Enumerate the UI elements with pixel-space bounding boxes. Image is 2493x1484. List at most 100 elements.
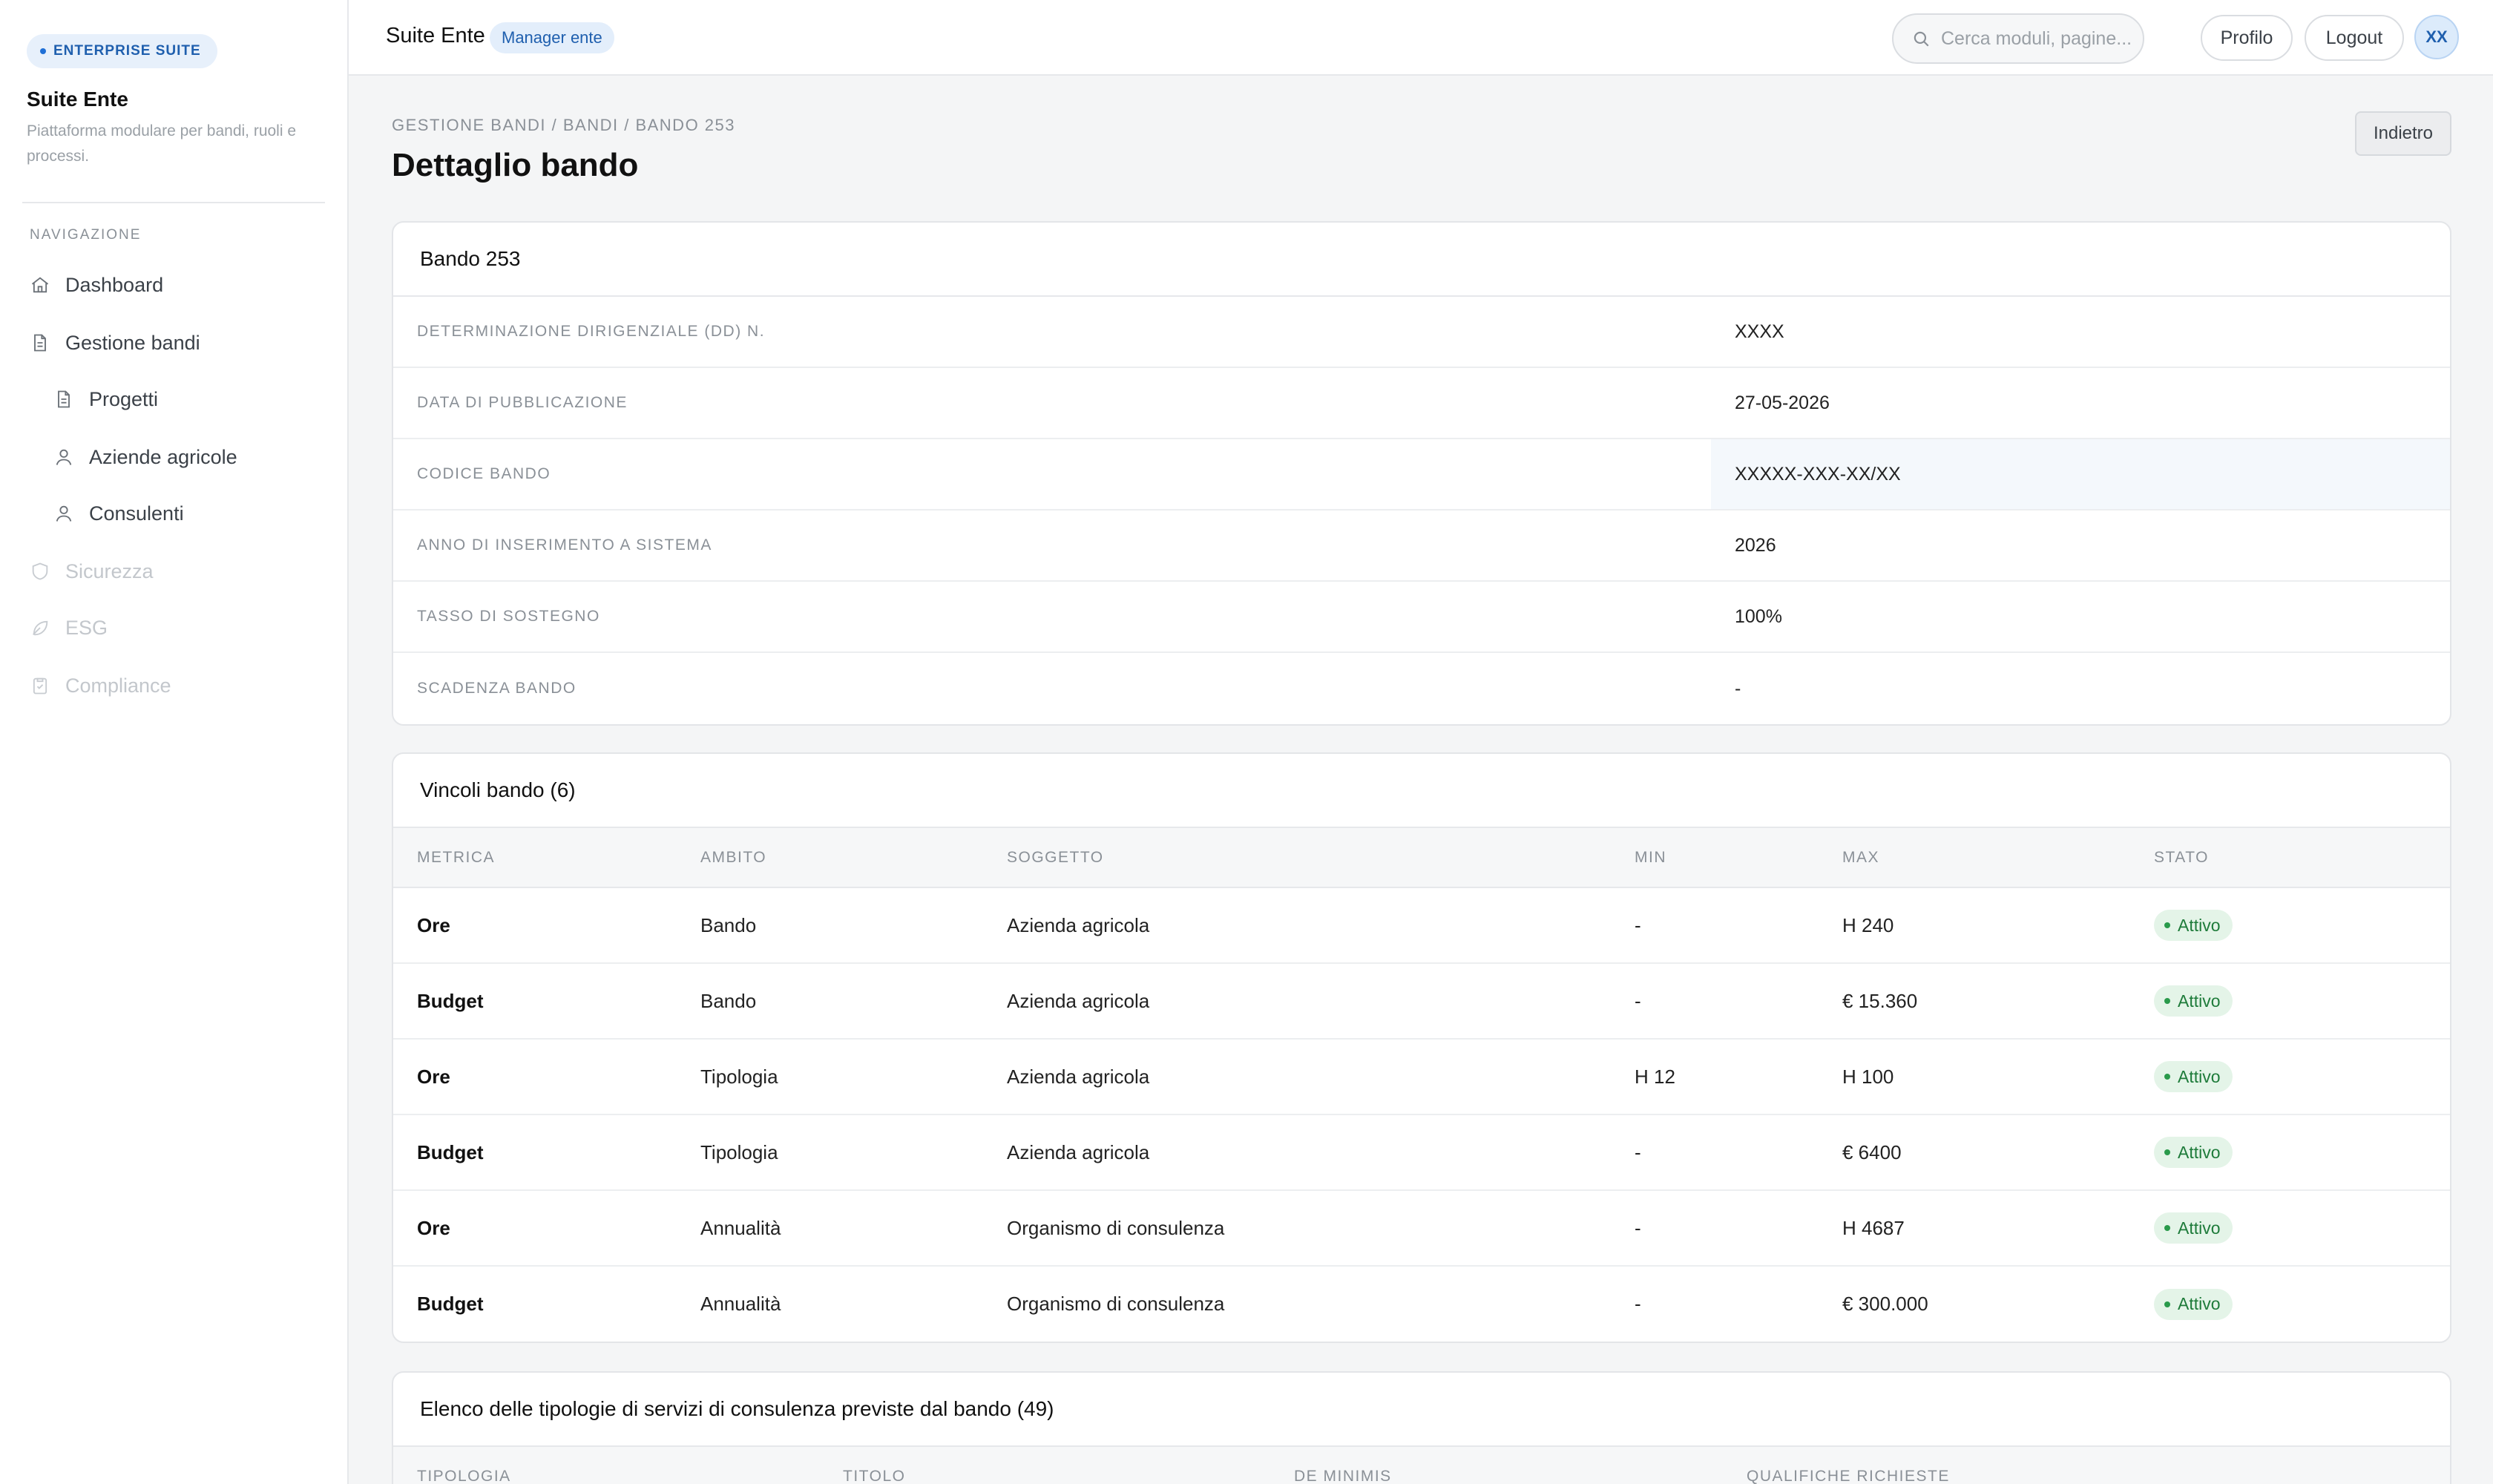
cell-min: - <box>1611 1190 1819 1267</box>
cell-status: Attivo <box>2130 887 2450 964</box>
column-header-scope: AMBITO <box>677 828 983 888</box>
profile-button[interactable]: Profilo <box>2201 15 2293 61</box>
cell-max: € 6400 <box>1819 1114 2130 1191</box>
column-header-de-minimis: DE MINIMIS <box>1270 1447 1723 1484</box>
sidebar-item-compliance[interactable]: Compliance <box>30 669 171 702</box>
cell-metric: Budget <box>417 1293 484 1315</box>
page-title: Dettaglio bando <box>392 147 639 183</box>
column-header-metric: METRICA <box>393 828 677 888</box>
sidebar-item-dashboard[interactable]: Dashboard <box>30 269 163 301</box>
constraints-card: Vincoli bando (6) METRICA AMBITO SOGGETT… <box>392 752 2451 1343</box>
cell-status: Attivo <box>2130 963 2450 1040</box>
cell-status: Attivo <box>2130 1114 2450 1191</box>
sidebar-item-label: Consulenti <box>89 502 184 525</box>
status-dot-icon <box>2164 1149 2170 1155</box>
sidebar-item-gestione-bandi[interactable]: Gestione bandi <box>30 326 200 359</box>
logout-button[interactable]: Logout <box>2305 15 2404 61</box>
table-row: Budget Tipologia Azienda agricola - € 64… <box>393 1114 2450 1191</box>
cell-metric: Ore <box>393 1039 677 1115</box>
table-row: Ore Annualità Organismo di consulenza - … <box>393 1190 2450 1267</box>
role-badge: Manager ente <box>490 22 614 53</box>
cell-scope: Annualità <box>700 1293 781 1315</box>
cell-metric: Ore <box>393 887 677 964</box>
services-table: TIPOLOGIA TITOLO DE MINIMIS QUALIFICHE R… <box>393 1447 2450 1484</box>
cell-min: - <box>1611 1114 1819 1191</box>
status-dot-icon <box>2164 998 2170 1004</box>
cell-status: Attivo <box>2130 1039 2450 1115</box>
sidebar-item-progetti[interactable]: Progetti <box>53 383 158 416</box>
status-label: Attivo <box>2178 991 2221 1011</box>
search-input[interactable] <box>1941 27 2134 50</box>
detail-key: DETERMINAZIONE DIRIGENZIALE (DD) N. <box>417 323 766 340</box>
status-label: Attivo <box>2178 1294 2221 1313</box>
detail-value: XXXXX-XXX-XX/XX <box>1711 439 2450 509</box>
sidebar-item-consulenti[interactable]: Consulenti <box>53 497 184 530</box>
breadcrumb: GESTIONE BANDI / BANDI / BANDO 253 <box>392 116 735 134</box>
table-header-row: TIPOLOGIA TITOLO DE MINIMIS QUALIFICHE R… <box>393 1447 2450 1484</box>
status-dot-icon <box>2164 1225 2170 1231</box>
brand-subtitle: Piattaforma modulare per bandi, ruoli e … <box>27 122 297 165</box>
cell-metric: Budget <box>393 963 677 1040</box>
detail-row: ANNO DI INSERIMENTO A SISTEMA 2026 <box>393 510 2450 582</box>
cell-metric: Ore <box>393 1190 677 1267</box>
nav-heading: NAVIGAZIONE <box>30 227 142 243</box>
cell-scope: Annualità <box>677 1190 983 1267</box>
brand-title: Suite Ente <box>27 88 128 111</box>
user-icon <box>56 505 72 522</box>
document-icon <box>58 390 70 408</box>
status-dot-icon <box>2164 922 2170 928</box>
cell-scope: Tipologia <box>677 1039 983 1115</box>
cell-scope: Bando <box>677 887 983 964</box>
column-header-max: MAX <box>1819 828 2130 888</box>
cell-subject: Azienda agricola <box>983 963 1611 1040</box>
home-icon <box>31 277 49 293</box>
cell-min: H 12 <box>1611 1039 1819 1115</box>
status-badge: Attivo <box>2154 1137 2233 1168</box>
card-title: Elenco delle tipologie di servizi di con… <box>393 1373 2450 1447</box>
back-button[interactable]: Indietro <box>2355 111 2451 156</box>
status-dot-icon <box>2164 1074 2170 1080</box>
sidebar-item-label: Aziende agricole <box>89 445 237 468</box>
cell-subject: Azienda agricola <box>983 887 1611 964</box>
status-badge: Attivo <box>2154 1061 2233 1092</box>
status-label: Attivo <box>2178 1218 2221 1238</box>
sidebar-item-label: Dashboard <box>65 273 164 296</box>
sidebar-item-label: Gestione bandi <box>65 331 200 354</box>
shield-icon <box>32 562 48 580</box>
detail-row: TASSO DI SOSTEGNO 100% <box>393 582 2450 653</box>
sidebar-item-esg[interactable]: ESG <box>30 611 108 644</box>
cell-status: Attivo <box>2130 1190 2450 1267</box>
detail-value: - <box>1735 677 1741 699</box>
search-icon <box>1914 31 1929 47</box>
cell-max: € 15.360 <box>1819 963 2130 1040</box>
detail-value: 27-05-2026 <box>1735 392 1830 413</box>
detail-key: ANNO DI INSERIMENTO A SISTEMA <box>417 536 712 554</box>
status-label: Attivo <box>2178 915 2221 935</box>
status-dot-icon <box>2164 1301 2170 1307</box>
detail-row: DATA DI PUBBLICAZIONE 27-05-2026 <box>393 368 2450 439</box>
cell-min: - <box>1611 963 1819 1040</box>
search-box[interactable] <box>1892 13 2144 64</box>
detail-value: 100% <box>1735 605 1782 627</box>
detail-key: TASSO DI SOSTEGNO <box>417 608 600 625</box>
bando-detail-card: Bando 253 DETERMINAZIONE DIRIGENZIALE (D… <box>392 221 2451 726</box>
cell-min: - <box>1635 1293 1641 1315</box>
topbar: Suite Ente Manager ente Profilo Logout X… <box>349 0 2493 76</box>
sidebar-item-label: ESG <box>65 616 108 639</box>
cell-min: - <box>1611 887 1819 964</box>
detail-value: XXXX <box>1735 321 1784 342</box>
detail-value: 2026 <box>1735 534 1776 556</box>
status-label: Attivo <box>2178 1066 2221 1086</box>
sidebar-item-aziende-agricole[interactable]: Aziende agricole <box>53 441 237 473</box>
detail-key: CODICE BANDO <box>417 465 551 482</box>
sidebar-divider <box>22 202 325 203</box>
column-header-tipologia: TIPOLOGIA <box>393 1447 819 1484</box>
sidebar-item-sicurezza[interactable]: Sicurezza <box>30 555 154 588</box>
avatar[interactable]: XX <box>2414 15 2459 59</box>
cell-max: H 100 <box>1819 1039 2130 1115</box>
clipboard-check-icon <box>33 677 47 695</box>
cell-subject: Azienda agricola <box>983 1039 1611 1115</box>
cell-max: € 300.000 <box>1842 1293 1928 1315</box>
cell-subject: Organismo di consulenza <box>983 1190 1611 1267</box>
status-badge: Attivo <box>2154 910 2233 941</box>
